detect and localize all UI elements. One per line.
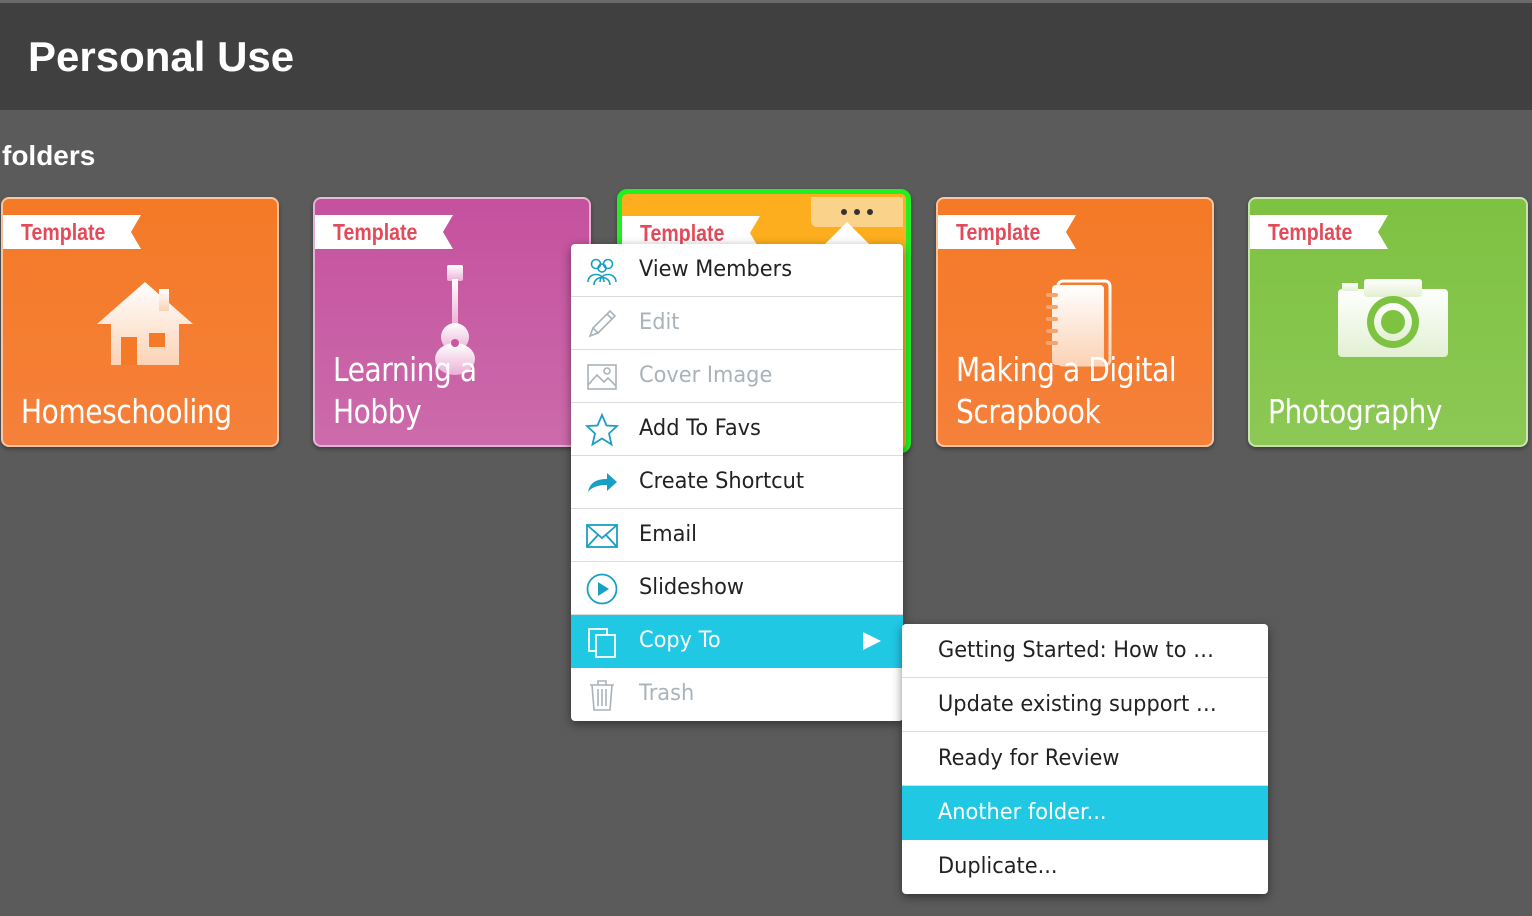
menu-item-add-to-favs[interactable]: Add To Favs	[571, 403, 903, 456]
menu-item-trash[interactable]: Trash	[571, 668, 903, 721]
submenu-item-label: Duplicate...	[938, 854, 1058, 879]
submenu-item-update-existing-support[interactable]: Update existing support …	[902, 678, 1268, 732]
submenu-item-label: Another folder...	[938, 800, 1107, 825]
submenu-item-getting-started[interactable]: Getting Started: How to …	[902, 624, 1268, 678]
tile-label: Hobby	[333, 392, 422, 431]
copy-to-submenu: Getting Started: How to … Update existin…	[902, 624, 1268, 894]
image-icon	[587, 364, 617, 390]
menu-item-copy-to[interactable]: Copy To	[571, 615, 903, 668]
tile-label-line1: Learning a	[333, 350, 477, 389]
copy-icon	[588, 628, 616, 658]
menu-item-label: View Members	[639, 257, 793, 282]
menu-item-email[interactable]: Email	[571, 509, 903, 562]
template-badge: Template	[1250, 215, 1388, 249]
menu-item-slideshow[interactable]: Slideshow	[571, 562, 903, 615]
submenu-item-another-folder[interactable]: Another folder...	[902, 786, 1268, 840]
submenu-item-label: Update existing support …	[938, 692, 1217, 717]
menu-item-edit[interactable]: Edit	[571, 297, 903, 350]
submenu-item-ready-for-review[interactable]: Ready for Review	[902, 732, 1268, 786]
menu-item-label: Create Shortcut	[639, 469, 805, 494]
folder-tile-homeschooling[interactable]: Template Homeschooling	[1, 197, 279, 447]
menu-item-label: Edit	[639, 310, 680, 335]
submenu-item-label: Ready for Review	[938, 746, 1120, 771]
arrow-right-icon	[588, 473, 617, 492]
submenu-arrow-icon	[863, 632, 881, 650]
menu-item-create-shortcut[interactable]: Create Shortcut	[571, 456, 903, 509]
play-icon	[586, 573, 618, 605]
menu-item-label: Copy To	[639, 628, 721, 653]
envelope-icon	[586, 524, 618, 548]
folder-tile-learning-a-hobby[interactable]: Template Learning a Hobby	[313, 197, 591, 447]
camera-icon	[1338, 279, 1448, 357]
star-icon	[585, 413, 619, 447]
menu-item-label: Trash	[639, 681, 695, 706]
page-title: Personal Use	[28, 33, 295, 80]
folder-tile-making-a-digital-scrapbook[interactable]: Template Making a Digital Scrapbook	[936, 197, 1214, 447]
tile-label-line1: Making a Digital	[956, 350, 1177, 389]
menu-item-label: Cover Image	[639, 363, 773, 388]
menu-item-label: Add To Favs	[639, 416, 761, 441]
trash-icon	[590, 680, 614, 711]
submenu-item-duplicate[interactable]: Duplicate...	[902, 840, 1268, 894]
template-badge: Template	[315, 215, 453, 249]
tile-label: Scrapbook	[956, 392, 1101, 431]
more-dot	[854, 209, 860, 215]
template-badge: Template	[938, 215, 1076, 249]
more-dot	[867, 209, 873, 215]
context-menu: View Members Edit Cover Image Add To Fav…	[571, 244, 903, 721]
house-icon	[97, 282, 193, 365]
menu-caret	[823, 222, 871, 246]
menu-item-label: Slideshow	[639, 575, 745, 600]
menu-item-view-members[interactable]: View Members	[571, 244, 903, 297]
submenu-item-label: Getting Started: How to …	[938, 638, 1215, 663]
template-badge: Template	[3, 215, 141, 249]
menu-item-label: Email	[639, 522, 697, 547]
folder-tile-photography[interactable]: Template Photography	[1248, 197, 1528, 447]
more-options-icon	[841, 209, 847, 215]
tile-label: Homeschooling	[21, 392, 232, 431]
members-icon	[587, 258, 617, 286]
pencil-icon	[588, 309, 617, 338]
tile-label: Photography	[1268, 392, 1443, 431]
menu-item-cover-image[interactable]: Cover Image	[571, 350, 903, 403]
app-header: Personal Use	[0, 0, 1532, 110]
section-label-folders: folders	[2, 140, 96, 171]
